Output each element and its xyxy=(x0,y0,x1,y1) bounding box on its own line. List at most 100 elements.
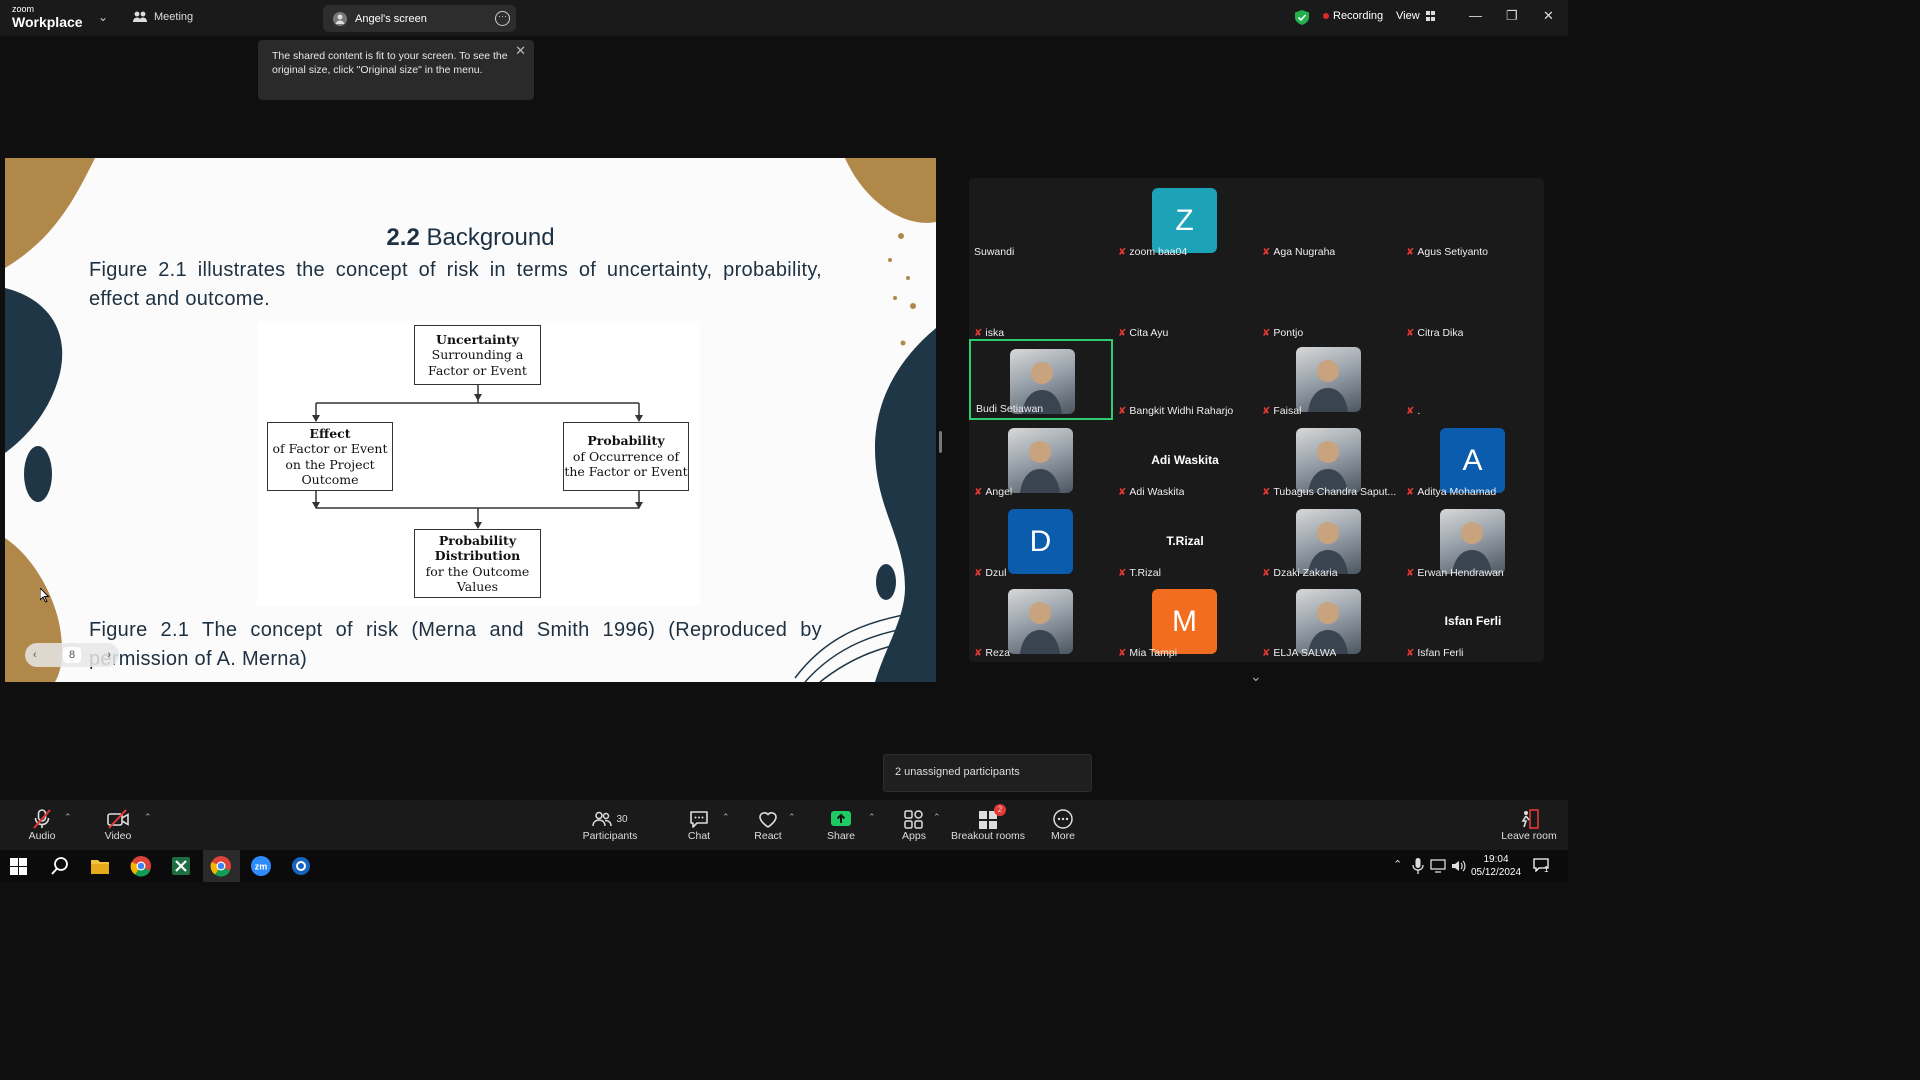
participant-tile[interactable]: ✘ Agus Setiyanto xyxy=(1401,180,1545,261)
participant-name-label: ✘ Adi Waskita xyxy=(1118,486,1184,498)
shared-screen-pill[interactable]: Angel's screen ··· xyxy=(323,5,516,32)
windows-start-icon[interactable] xyxy=(10,858,27,875)
participant-name: zoom baa04 xyxy=(1129,246,1188,258)
react-button[interactable]: React xyxy=(748,808,788,842)
chevron-down-icon[interactable]: ⌄ xyxy=(98,10,108,24)
participant-tile[interactable]: A ✘ Aditya Mohamad xyxy=(1401,420,1545,501)
react-label: React xyxy=(754,830,782,842)
leave-room-button[interactable]: Leave room xyxy=(1500,808,1558,842)
participant-tile[interactable]: ✘ Faisal xyxy=(1257,339,1401,420)
participant-tile[interactable]: Suwandi xyxy=(969,180,1113,261)
audio-options-caret[interactable]: ⌃ xyxy=(64,812,72,823)
participant-tile[interactable]: D ✘ Dzul xyxy=(969,501,1113,582)
react-options-caret[interactable]: ⌃ xyxy=(788,812,796,823)
participant-tile[interactable]: ✘ Bangkit Widhi Raharjo xyxy=(1113,339,1257,420)
unassigned-participants-popup[interactable]: 2 unassigned participants xyxy=(883,754,1092,792)
participant-name-label: Suwandi xyxy=(974,246,1014,258)
mic-tray-icon[interactable] xyxy=(1412,858,1424,874)
network-icon[interactable] xyxy=(1430,858,1446,874)
maximize-icon[interactable]: ❐ xyxy=(1506,8,1518,24)
split-resize-handle[interactable] xyxy=(939,431,942,453)
taskbar-clock[interactable]: 19:04 05/12/2024 xyxy=(1468,853,1524,879)
chevron-down-icon[interactable]: ⌄ xyxy=(1250,668,1262,685)
video-options-caret[interactable]: ⌃ xyxy=(144,812,152,823)
participant-name-label: Budi Setiawan xyxy=(976,403,1043,415)
svg-text:zm: zm xyxy=(255,862,268,872)
chrome-icon[interactable] xyxy=(210,855,232,877)
participant-photo xyxy=(1296,509,1361,574)
file-explorer-icon[interactable] xyxy=(89,855,111,877)
participant-name: Faisal xyxy=(1273,405,1302,417)
participant-tile[interactable]: Budi Setiawan xyxy=(969,339,1113,420)
mic-muted-icon: ✘ xyxy=(1118,567,1127,579)
tray-chevron-icon[interactable]: ⌃ xyxy=(1393,858,1402,871)
search-icon[interactable] xyxy=(49,855,71,877)
apps-label: Apps xyxy=(902,830,926,842)
shared-screen-slide[interactable]: 2.2 Background Figure 2.1 illustrates th… xyxy=(5,158,936,682)
close-icon[interactable]: ✕ xyxy=(515,44,526,58)
recording-indicator[interactable]: Recording xyxy=(1323,10,1383,22)
chat-icon xyxy=(690,811,708,828)
chevron-right-icon[interactable]: › xyxy=(107,649,111,661)
share-button[interactable]: Share xyxy=(822,808,860,842)
close-icon[interactable]: ✕ xyxy=(1543,8,1554,24)
mic-muted-icon: ✘ xyxy=(1118,246,1127,258)
excel-icon[interactable] xyxy=(170,855,192,877)
participant-name: Tubagus Chandra Saput... xyxy=(1273,486,1397,498)
breakout-rooms-button[interactable]: 2 Breakout rooms xyxy=(950,804,1026,842)
participant-name: T.Rizal xyxy=(1129,567,1161,579)
participant-photo xyxy=(1296,589,1361,654)
slide-pager[interactable]: ‹ 8 › xyxy=(25,643,119,667)
participant-tile[interactable]: ✘. xyxy=(1401,339,1545,420)
windows-taskbar: zm ⌃ 19:04 05/12/2024 1 xyxy=(0,850,1568,882)
participant-tile[interactable]: ✘ Pontjo xyxy=(1257,261,1401,342)
audio-button[interactable]: Audio xyxy=(22,808,62,842)
browser-app-icon[interactable] xyxy=(290,855,312,877)
mic-muted-icon: ✘ xyxy=(1406,405,1415,417)
participant-tile[interactable]: ✘ Cita Ayu xyxy=(1113,261,1257,342)
mic-muted-icon: ✘ xyxy=(1406,647,1415,659)
chat-button[interactable]: Chat xyxy=(680,808,718,842)
participants-button[interactable]: 30 Participants xyxy=(580,808,640,842)
participant-tile[interactable]: Z ✘ zoom baa04 xyxy=(1113,180,1257,261)
mic-muted-icon: ✘ xyxy=(1406,246,1415,258)
user-avatar-icon xyxy=(333,11,347,26)
notification-count: 1 xyxy=(1544,865,1549,874)
participant-name: iska xyxy=(985,327,1005,339)
shield-check-icon[interactable] xyxy=(1295,10,1309,25)
volume-icon[interactable] xyxy=(1450,858,1466,874)
participant-tile[interactable]: ✘ Angel xyxy=(969,420,1113,501)
participant-tile[interactable]: ✘ Tubagus Chandra Saput... xyxy=(1257,420,1401,501)
chevron-left-icon[interactable]: ‹ xyxy=(33,649,37,661)
chrome-icon[interactable] xyxy=(130,855,152,877)
participant-tile[interactable]: M ✘ Mia Tampi xyxy=(1113,581,1257,662)
participant-name-label: ✘ Dzul xyxy=(974,567,1006,579)
chat-options-caret[interactable]: ⌃ xyxy=(722,812,730,823)
participant-name-label: ✘. xyxy=(1406,405,1420,417)
participant-tile[interactable]: ✘ ELJA SALWA xyxy=(1257,581,1401,662)
participant-tile[interactable]: ✘ Aga Nugraha xyxy=(1257,180,1401,261)
participant-tile[interactable]: ✘ Reza xyxy=(969,581,1113,662)
participant-name: Dzaki Zakaria xyxy=(1273,567,1338,579)
video-button[interactable]: Video xyxy=(98,808,138,842)
participant-tile[interactable]: Isfan Ferli ✘ Isfan Ferli xyxy=(1401,581,1545,662)
participant-tile[interactable]: Adi Waskita ✘ Adi Waskita xyxy=(1113,420,1257,501)
participant-tile[interactable]: ✘ Citra Dika xyxy=(1401,261,1545,342)
more-options-icon[interactable]: ··· xyxy=(495,11,510,26)
apps-button[interactable]: Apps xyxy=(896,808,932,842)
share-options-caret[interactable]: ⌃ xyxy=(868,812,876,823)
participant-tile[interactable]: ✘ iska xyxy=(969,261,1113,342)
participant-name-label: ✘ ELJA SALWA xyxy=(1262,647,1336,659)
minimize-icon[interactable]: — xyxy=(1469,8,1482,23)
notification-center[interactable]: 1 xyxy=(1533,858,1551,874)
more-button[interactable]: More xyxy=(1045,808,1081,842)
participant-tile[interactable]: ✘ Dzaki Zakaria xyxy=(1257,501,1401,582)
view-menu[interactable]: View xyxy=(1396,10,1435,22)
meeting-menu[interactable]: Meeting xyxy=(133,11,193,23)
mic-muted-icon: ✘ xyxy=(974,486,983,498)
participant-tile[interactable]: T.Rizal ✘ T.Rizal xyxy=(1113,501,1257,582)
participant-name: Budi Setiawan xyxy=(976,403,1044,415)
participant-tile[interactable]: ✘ Erwan Hendrawan xyxy=(1401,501,1545,582)
zoom-app-icon[interactable]: zm xyxy=(250,855,272,877)
apps-options-caret[interactable]: ⌃ xyxy=(933,812,941,823)
